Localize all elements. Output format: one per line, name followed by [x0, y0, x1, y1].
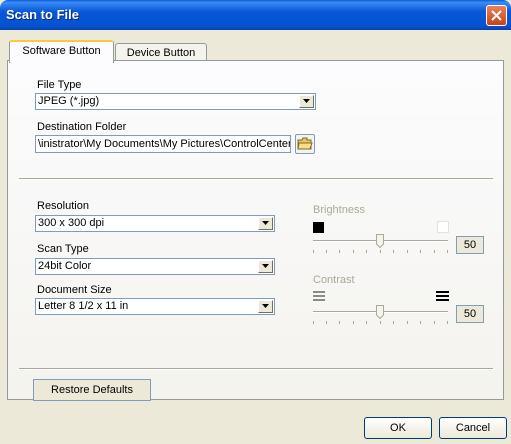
- restore-defaults-button[interactable]: Restore Defaults: [33, 379, 151, 401]
- resolution-label: Resolution: [37, 200, 89, 212]
- document-size-select[interactable]: Letter 8 1/2 x 11 in: [35, 298, 275, 315]
- browse-folder-button[interactable]: [295, 134, 315, 154]
- ok-button[interactable]: OK: [364, 417, 432, 439]
- brightness-dark-icon: [313, 222, 324, 233]
- brightness-light-icon: [437, 221, 449, 233]
- file-type-label: File Type: [37, 79, 82, 91]
- scan-type-select[interactable]: 24bit Color: [35, 258, 275, 275]
- resolution-value: 300 x 300 dpi: [38, 217, 105, 229]
- scan-type-label: Scan Type: [37, 243, 89, 255]
- contrast-value: 50: [456, 305, 484, 323]
- close-icon: [491, 10, 502, 21]
- file-type-value: JPEG (*.jpg): [38, 95, 100, 107]
- contrast-slider-ticks: [313, 321, 448, 324]
- destination-folder-label: Destination Folder: [37, 121, 127, 133]
- document-size-value: Letter 8 1/2 x 11 in: [38, 300, 129, 312]
- cancel-button[interactable]: Cancel: [439, 417, 507, 439]
- separator-bottom: [19, 368, 493, 370]
- contrast-low-icon: [313, 291, 325, 301]
- title-bar[interactable]: Scan to File: [0, 0, 511, 30]
- contrast-label: Contrast: [313, 274, 355, 286]
- dropdown-arrow-icon: [303, 99, 310, 103]
- brightness-slider-ticks: [313, 250, 448, 253]
- dropdown-arrow-icon: [262, 221, 269, 225]
- dropdown-arrow-icon: [262, 264, 269, 268]
- document-size-label: Document Size: [37, 284, 112, 296]
- tab-software-button[interactable]: Software Button: [9, 40, 114, 63]
- resolution-dropdown-button[interactable]: [258, 217, 273, 230]
- scan-type-value: 24bit Color: [38, 260, 92, 272]
- folder-icon: [297, 137, 313, 150]
- close-button[interactable]: [486, 5, 507, 26]
- file-type-select[interactable]: JPEG (*.jpg): [35, 93, 316, 110]
- destination-folder-value: \inistrator\My Documents\My Pictures\Con…: [38, 138, 291, 150]
- brightness-value: 50: [456, 236, 484, 254]
- scan-to-file-dialog: Scan to File Software Button Device Butt…: [0, 0, 511, 444]
- contrast-slider-thumb[interactable]: [376, 305, 384, 319]
- brightness-slider-thumb[interactable]: [376, 234, 384, 248]
- tab-device-button-label: Device Button: [126, 47, 196, 59]
- tab-software-button-label: Software Button: [22, 45, 101, 57]
- document-size-dropdown-button[interactable]: [258, 300, 273, 313]
- file-type-dropdown-button[interactable]: [299, 95, 314, 108]
- destination-folder-input[interactable]: \inistrator\My Documents\My Pictures\Con…: [35, 135, 291, 153]
- contrast-high-icon: [436, 291, 449, 301]
- brightness-label: Brightness: [313, 204, 365, 216]
- resolution-select[interactable]: 300 x 300 dpi: [35, 215, 275, 232]
- dropdown-arrow-icon: [262, 304, 269, 308]
- scan-type-dropdown-button[interactable]: [258, 260, 273, 273]
- window-title: Scan to File: [6, 7, 79, 22]
- separator-top: [19, 178, 493, 180]
